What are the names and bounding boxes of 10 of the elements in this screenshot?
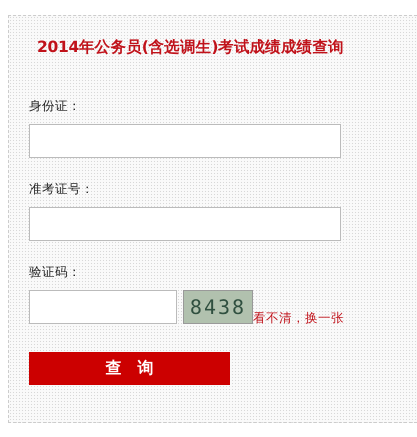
captcha-field[interactable] (29, 290, 177, 324)
field-label: 准考证号： (29, 180, 95, 198)
captcha-image: 8438 (183, 290, 253, 324)
field-label: 验证码： (29, 262, 82, 281)
input-field[interactable] (29, 124, 341, 158)
input-field[interactable] (29, 206, 341, 241)
refresh-captcha-link[interactable]: 看不清，换一张 (253, 308, 344, 328)
submit-button[interactable]: 查 询 (29, 352, 230, 384)
page-title: 2014年公务员(含选调生)考试成绩成绩查询 (37, 37, 345, 58)
field-label: 身份证： (29, 97, 82, 116)
